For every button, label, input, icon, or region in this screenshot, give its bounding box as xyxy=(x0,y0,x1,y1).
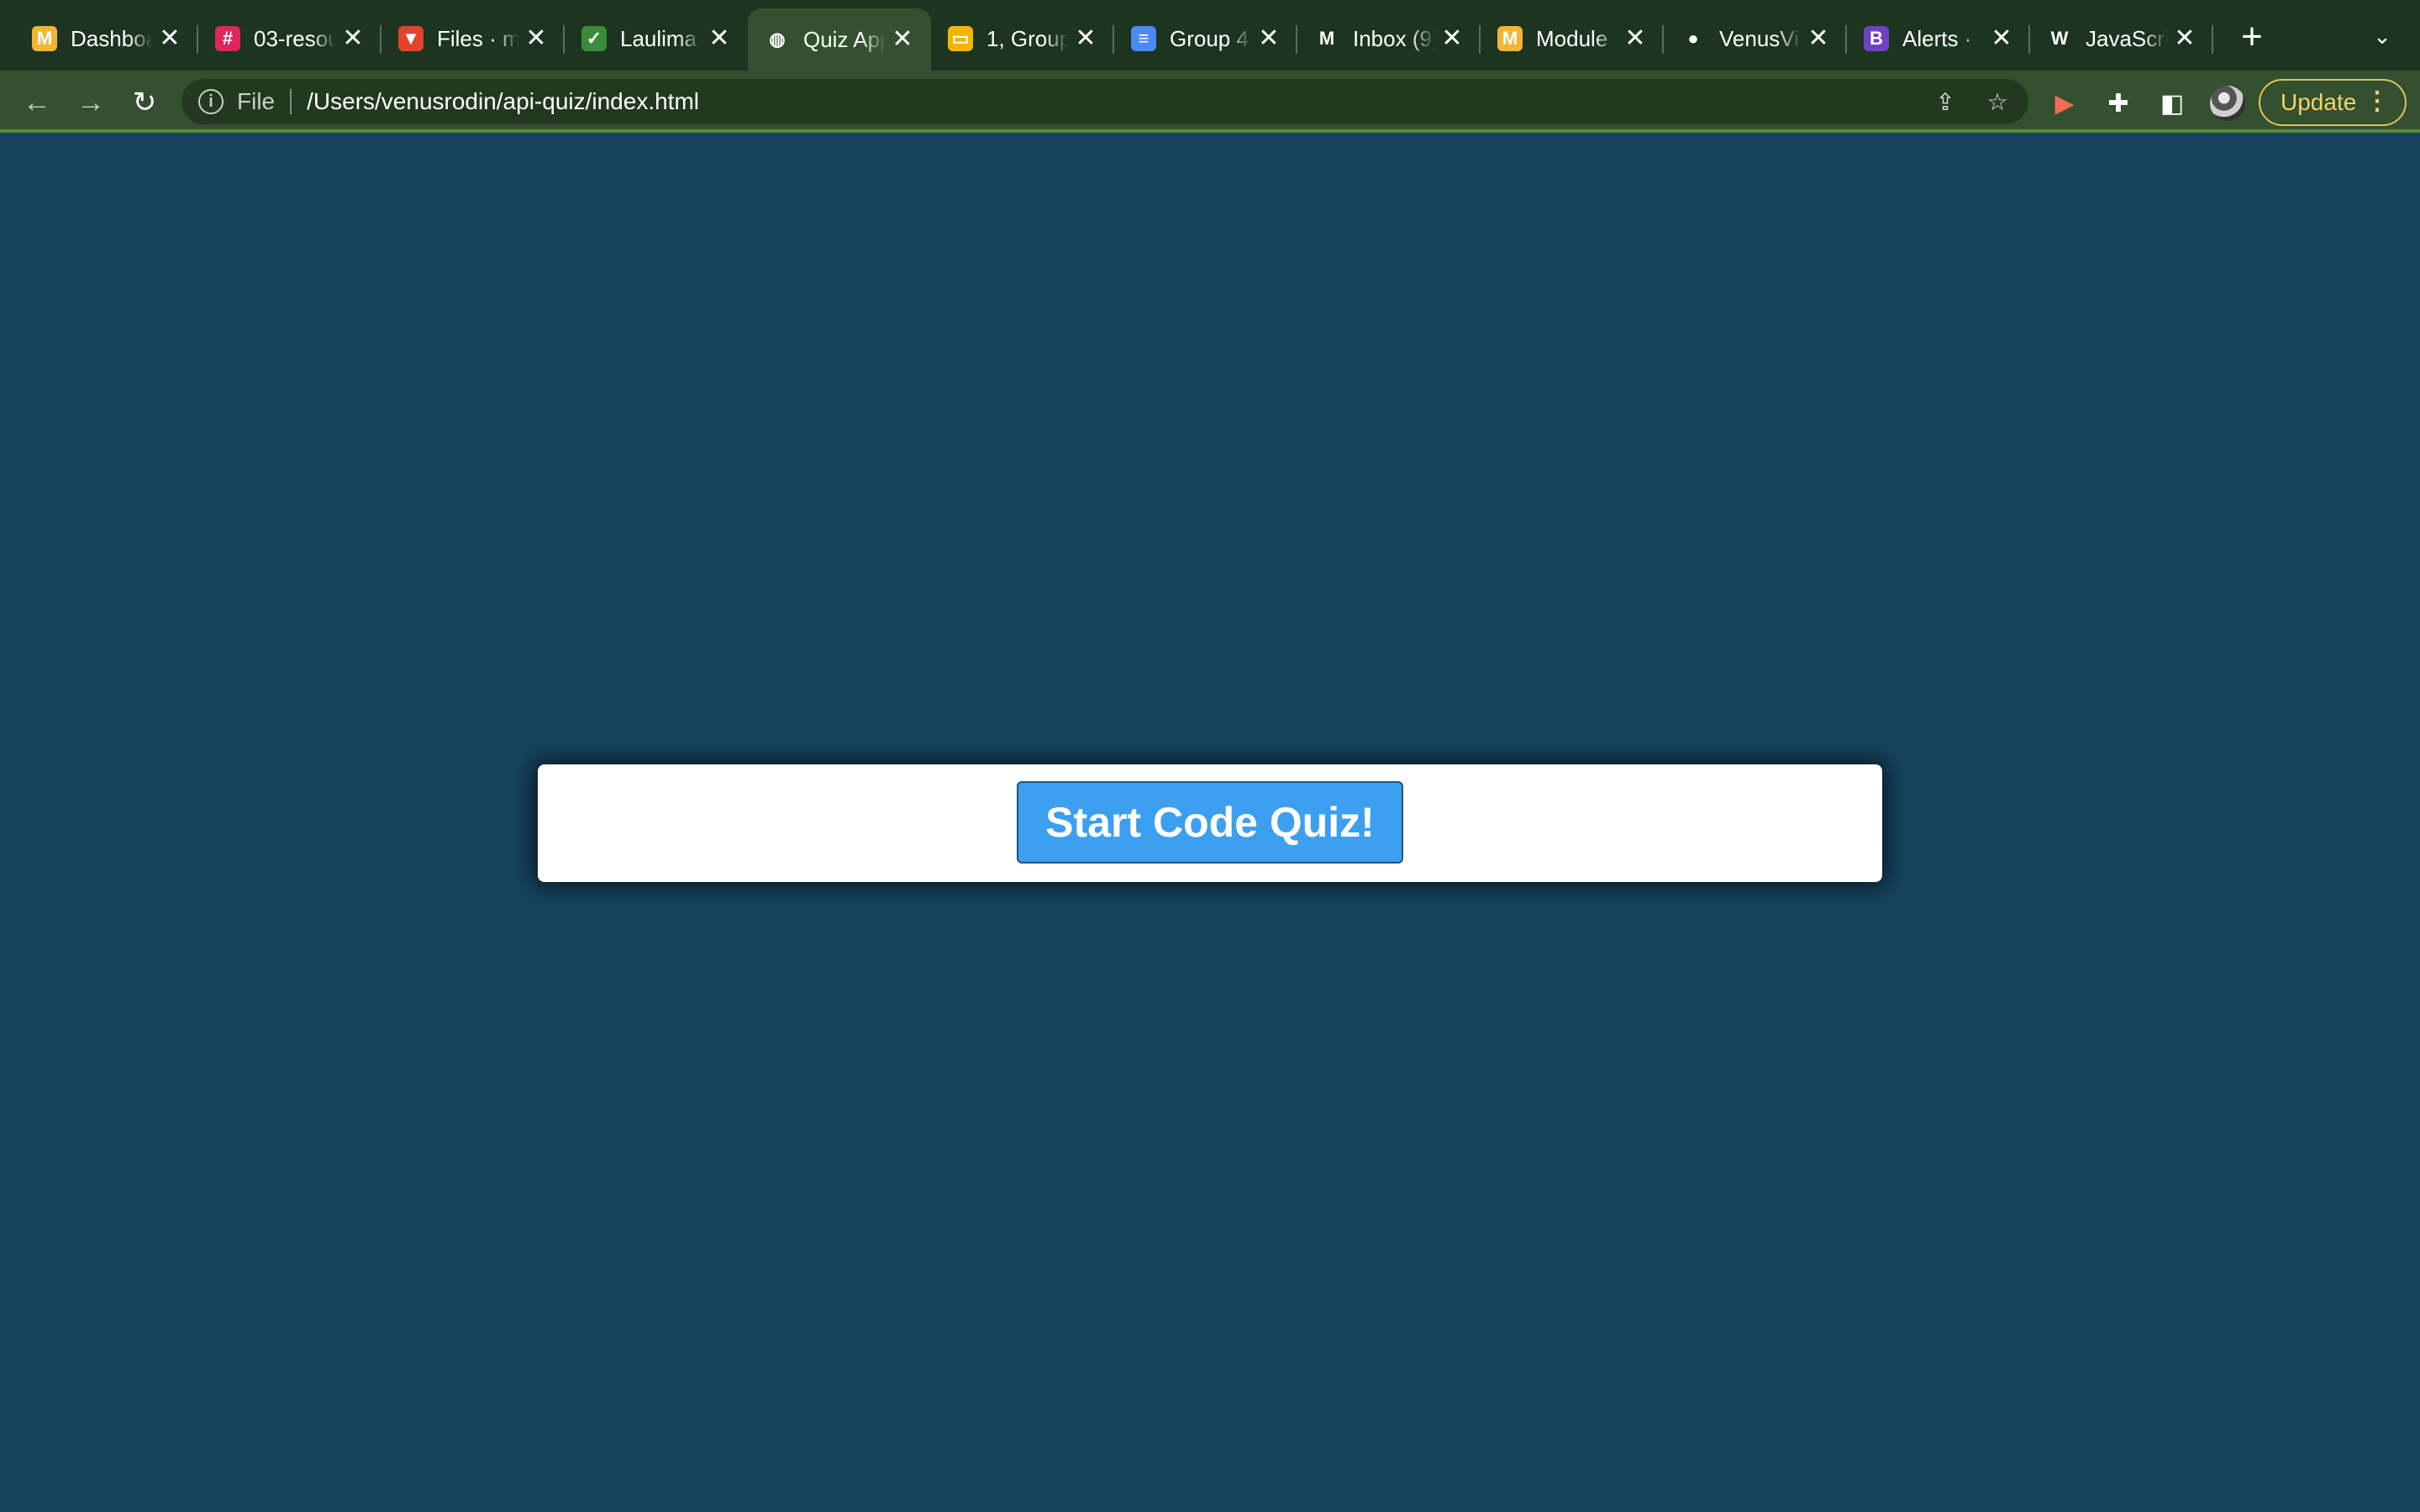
gitlab-icon: ▼ xyxy=(398,26,424,51)
slides-icon: ▭ xyxy=(948,26,973,51)
browser-tab[interactable]: M Inbox (9) ✕ xyxy=(1297,10,1481,67)
tab-label: VenusVi xyxy=(1719,25,1799,51)
close-icon[interactable]: ✕ xyxy=(1257,26,1281,51)
profile-avatar[interactable] xyxy=(2210,86,2245,121)
tab-search-button[interactable]: ⌄ xyxy=(2370,24,2395,49)
new-tab-button[interactable]: + xyxy=(2227,12,2277,62)
close-icon[interactable]: ✕ xyxy=(341,26,365,51)
close-icon[interactable]: ✕ xyxy=(524,26,548,51)
tab-list: MDashboard✕#03-resources✕▼Files · main✕✓… xyxy=(15,8,2213,71)
browser-tab[interactable]: ▭ 1, Group ✕ xyxy=(931,10,1114,67)
bootstrap-icon: B xyxy=(1864,26,1889,51)
screencast-extension-icon[interactable]: ▶ xyxy=(2049,87,2081,119)
tab-label: Module xyxy=(1536,25,1608,51)
start-quiz-button[interactable]: Start Code Quiz! xyxy=(1017,781,1403,864)
forward-button[interactable]: → xyxy=(74,86,108,119)
github-icon: ● xyxy=(1681,26,1706,51)
address-separator xyxy=(290,89,292,114)
browser-tab[interactable]: ◍ Quiz App ✕ xyxy=(748,8,931,71)
tab-label: Alerts · xyxy=(1902,25,1972,51)
browser-tab[interactable]: B Alerts · ✕ xyxy=(1847,10,2030,67)
side-panel-icon[interactable]: ◧ xyxy=(2156,87,2188,119)
update-label: Update xyxy=(2281,89,2357,115)
extensions-puzzle-icon[interactable]: ✚ xyxy=(2102,87,2134,119)
close-icon[interactable]: ✕ xyxy=(1623,26,1647,51)
url-text[interactable]: /Users/venusrodin/api-quiz/index.html xyxy=(307,88,699,115)
close-icon[interactable]: ✕ xyxy=(2173,26,2196,51)
browser-tab[interactable]: W JavaScript✕ xyxy=(2030,10,2213,67)
browser-tab[interactable]: M Dashboard✕ xyxy=(15,10,198,67)
scheme-label: File xyxy=(237,88,276,114)
update-button[interactable]: Update ⋮ xyxy=(2259,79,2407,126)
close-icon[interactable]: ✕ xyxy=(1074,26,1097,51)
university-m-icon: M xyxy=(32,26,57,51)
tab-label: Quiz App xyxy=(803,26,886,52)
tab-label: Inbox (9) xyxy=(1353,25,1435,51)
close-icon[interactable]: ✕ xyxy=(1990,26,2013,51)
share-icon[interactable]: ⇪ xyxy=(1931,87,1960,116)
close-icon[interactable]: ✕ xyxy=(1440,26,1464,51)
reload-button[interactable]: ↻ xyxy=(128,86,161,119)
browser-tab[interactable]: ● VenusVi ✕ xyxy=(1664,10,1847,67)
tab-label: Files · main xyxy=(437,25,519,51)
tab-label: Dashboard xyxy=(71,25,153,51)
address-bar[interactable]: i File /Users/venusrodin/api-quiz/index.… xyxy=(182,79,2028,124)
globe-icon: ◍ xyxy=(765,27,790,52)
university-m-icon: M xyxy=(1497,26,1523,51)
tab-label: 1, Group xyxy=(986,25,1069,51)
browser-tab[interactable]: ≡ Group 4 ✕ xyxy=(1114,10,1297,67)
bookmark-star-icon[interactable]: ☆ xyxy=(1983,87,2012,116)
close-icon[interactable]: ✕ xyxy=(1807,26,1830,51)
quiz-start-card: Start Code Quiz! xyxy=(538,764,1882,882)
tab-label: Group 4 xyxy=(1170,25,1249,51)
laulima-leaf-icon: ✓ xyxy=(581,26,607,51)
tab-label: JavaScript xyxy=(2086,25,2168,51)
w3schools-icon: W xyxy=(2047,26,2072,51)
browser-toolbar: ← → ↻ i File /Users/venusrodin/api-quiz/… xyxy=(0,71,2420,133)
site-info-icon[interactable]: i xyxy=(198,89,224,114)
browser-tab[interactable]: ✓ Laulima ✕ xyxy=(565,10,748,67)
tab-label: 03-resources xyxy=(254,25,336,51)
back-button[interactable]: ← xyxy=(20,86,54,119)
close-icon[interactable]: ✕ xyxy=(158,26,182,51)
tab-strip: MDashboard✕#03-resources✕▼Files · main✕✓… xyxy=(0,0,2420,71)
browser-tab[interactable]: ▼ Files · main✕ xyxy=(381,10,565,67)
browser-tab[interactable]: #03-resources✕ xyxy=(198,10,381,67)
close-icon[interactable]: ✕ xyxy=(891,27,914,52)
slack-icon: # xyxy=(215,26,240,51)
kebab-menu-icon[interactable]: ⋮ xyxy=(2365,89,2390,114)
docs-icon: ≡ xyxy=(1131,26,1156,51)
close-icon[interactable]: ✕ xyxy=(708,26,731,51)
gmail-icon: M xyxy=(1314,26,1339,51)
browser-tab[interactable]: M Module ✕ xyxy=(1481,10,1664,67)
tab-label: Laulima xyxy=(620,25,697,51)
